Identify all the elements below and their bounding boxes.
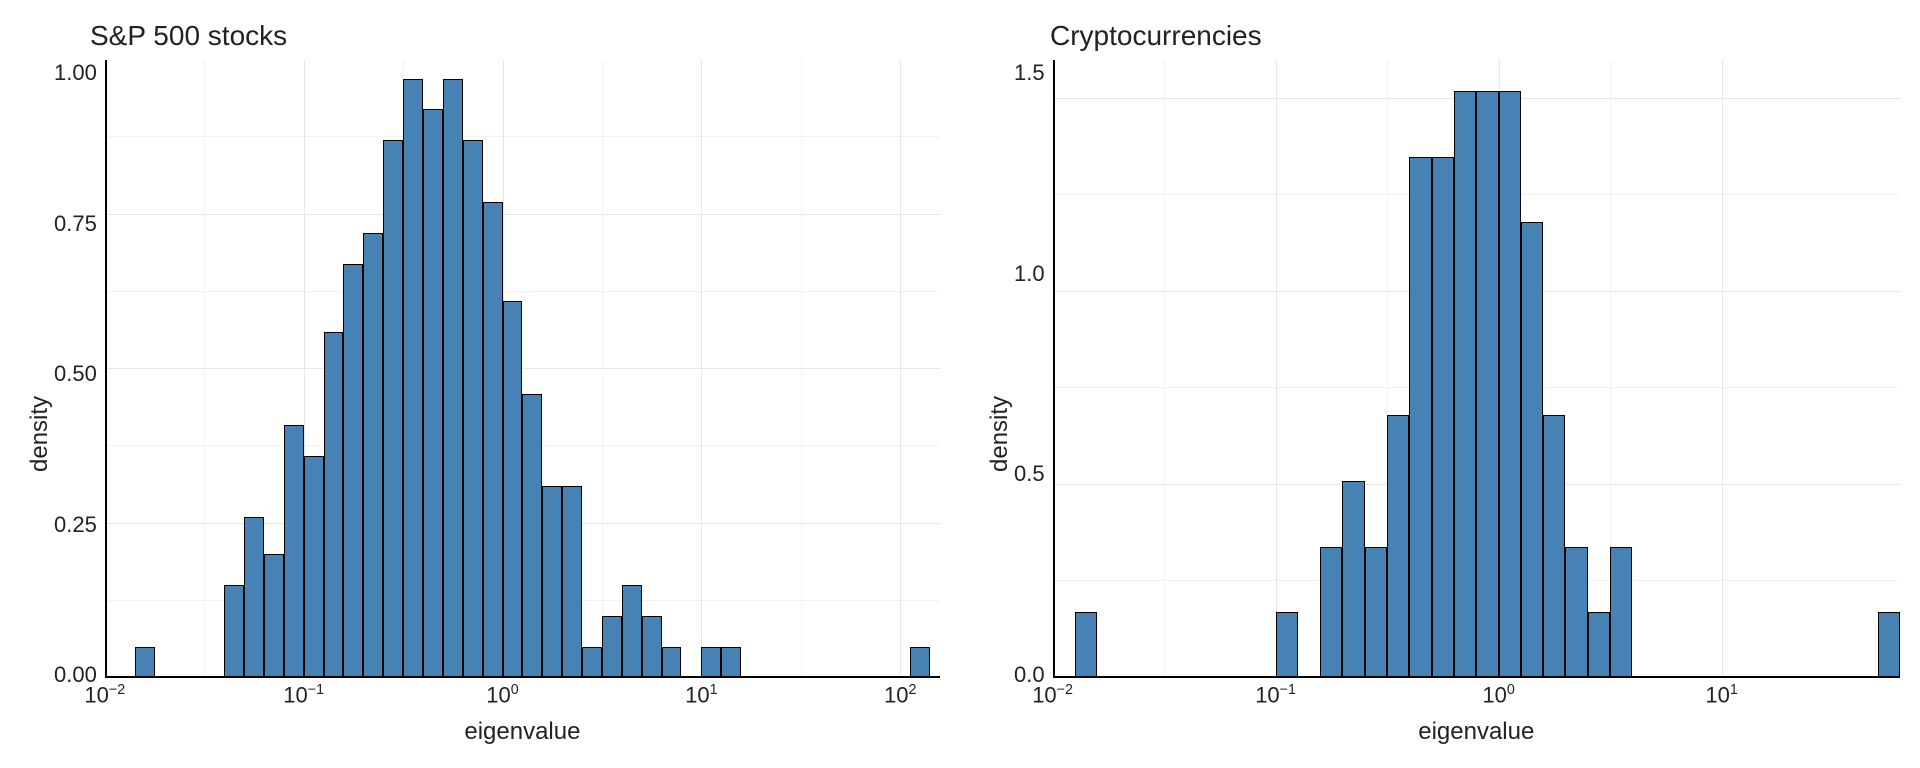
histogram-bar [284, 425, 304, 678]
chart-title: Cryptocurrencies [1050, 20, 1900, 52]
histogram-bar [135, 647, 155, 678]
x-ticks: 10−210−1100101 [1053, 678, 1900, 718]
histogram-bar [562, 486, 582, 678]
histogram-bar [1454, 91, 1476, 678]
histogram-bar [582, 647, 602, 678]
histogram-bar [1432, 157, 1454, 678]
histogram-bar [721, 647, 741, 678]
histogram-bar [522, 394, 542, 678]
x-tick-label: 10−1 [283, 682, 324, 708]
y-axis-label: density [20, 60, 54, 748]
plot-wrap: density 1.000.750.500.250.00 10−210−1100… [20, 60, 940, 748]
x-tick-label: 101 [685, 682, 717, 708]
histogram-bar [1521, 222, 1543, 678]
charts-container: S&P 500 stocks density 1.00 0.75 0.50 0.25 0… [20, 20, 1900, 748]
x-tick-label: 102 [884, 682, 916, 708]
y-axis-label: density [980, 60, 1014, 748]
histogram-bar [1320, 547, 1342, 678]
y-tick-label: 0.50 [54, 361, 97, 387]
histogram-bar [1342, 481, 1364, 678]
x-tick-label: 100 [486, 682, 518, 708]
x-tick-label: 10−2 [84, 682, 125, 708]
histogram-bar [1276, 612, 1298, 678]
chart-crypto: Cryptocurrencies density 1.51.00.50.0 10… [980, 20, 1900, 748]
histogram-bar [244, 517, 264, 678]
histogram-bar [1565, 547, 1587, 678]
histogram-bar [701, 647, 721, 678]
histogram-bar [1365, 547, 1387, 678]
histogram-bar [443, 79, 463, 678]
histogram-bar [383, 140, 403, 678]
histogram-bar [304, 456, 324, 678]
histogram-bar [910, 647, 930, 678]
y-tick-label: 0.75 [54, 211, 97, 237]
histogram-bar [1387, 415, 1409, 678]
bars-layer [105, 60, 940, 678]
x-tick-label: 10−2 [1032, 682, 1073, 708]
histogram-bar [602, 616, 622, 678]
histogram-bar [324, 332, 344, 678]
histogram-bar [363, 233, 383, 678]
histogram-bar [542, 486, 562, 678]
x-tick-label: 100 [1482, 682, 1514, 708]
histogram-bar [622, 585, 642, 678]
histogram-bar [1409, 157, 1431, 678]
plot-area [1053, 60, 1900, 678]
histogram-bar [1075, 612, 1097, 678]
histogram-bar [1878, 612, 1900, 678]
plot-col: 10−210−1100101102 eigenvalue [105, 60, 940, 748]
histogram-bar [1476, 91, 1498, 678]
y-tick-label: 0.5 [1014, 461, 1045, 487]
y-tick-label: 0.25 [54, 512, 97, 538]
y-axis-line [105, 60, 107, 678]
histogram-bar [1610, 547, 1632, 678]
histogram-bar [642, 616, 662, 678]
y-tick-label: 1.00 [54, 60, 97, 86]
histogram-bar [1543, 415, 1565, 678]
chart-sp500: S&P 500 stocks density 1.000.750.500.250… [20, 20, 940, 748]
plot-area [105, 60, 940, 678]
y-ticks-0: 1.000.750.500.250.00 [54, 60, 105, 748]
plot-wrap: density 1.51.00.50.0 10−210−1100101 eige… [980, 60, 1900, 748]
x-ticks: 10−210−1100101102 [105, 678, 940, 718]
x-tick-label: 101 [1705, 682, 1737, 708]
histogram-bar [423, 109, 443, 678]
y-tick-label: 1.5 [1014, 60, 1045, 86]
histogram-bar [224, 585, 244, 678]
y-tick-label: 1.0 [1014, 261, 1045, 287]
plot-col: 10−210−1100101 eigenvalue [1053, 60, 1900, 748]
histogram-bar [264, 554, 284, 678]
bars-layer [1053, 60, 1900, 678]
x-axis-label: eigenvalue [1053, 718, 1900, 748]
histogram-bar [662, 647, 682, 678]
histogram-bar [343, 264, 363, 678]
histogram-bar [403, 79, 423, 678]
y-ticks-1: 1.51.00.50.0 [1014, 60, 1053, 748]
histogram-bar [1588, 612, 1610, 678]
x-axis-label: eigenvalue [105, 718, 940, 748]
chart-title: S&P 500 stocks [90, 20, 940, 52]
histogram-bar [483, 202, 503, 678]
histogram-bar [1499, 91, 1521, 678]
x-tick-label: 10−1 [1255, 682, 1296, 708]
histogram-bar [503, 301, 523, 678]
y-axis-line [1053, 60, 1055, 678]
histogram-bar [463, 140, 483, 678]
